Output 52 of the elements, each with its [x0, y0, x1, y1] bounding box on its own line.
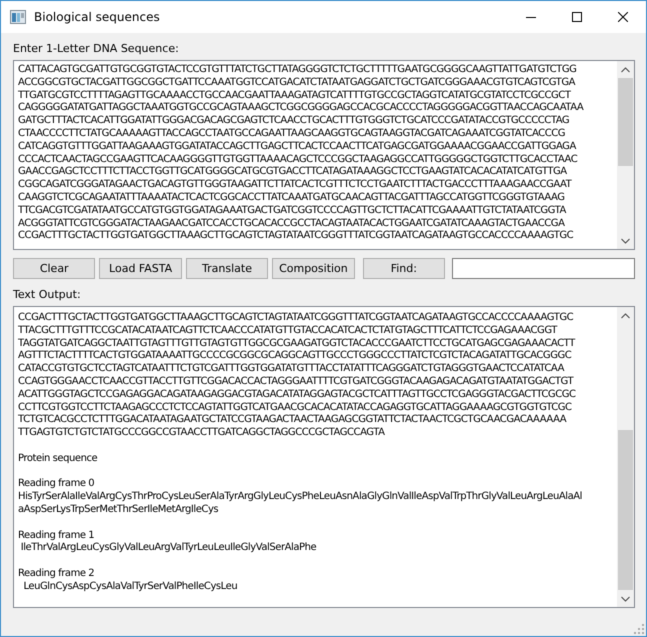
protein-heading: Protein sequence [18, 452, 98, 466]
protein-line: IleThrValArgLeuCysGlyValLeuArgValTyrLeuLeuIleGlyValSerAlaPhe [20, 542, 316, 556]
close-icon [618, 12, 628, 22]
protein-line: LeuGlnCysAspCysAlaValTyrSerValPheIleCysLeu [22, 580, 238, 594]
action-button[interactable]: Find: [362, 258, 446, 279]
sequence-input[interactable] [13, 60, 635, 250]
protein-line: aAspSerLysTrpSerMetThrSerIleMetArgIleCys [18, 504, 218, 517]
sequence-line: CCAGTGGGAACCTCAACCGTTACCTTGTTCGGACACCACTAGGGAATTTTCGTGATCGGGTACAAGAGACAGATGTAATATGGACTGT [18, 376, 574, 389]
output-label: Text Output: [13, 288, 81, 301]
frame-label: Reading frame 0 [18, 478, 94, 491]
sequence-line: CATTACAGTGCGATTGTGCGGTGTACTCCGTGTTTATCTGCTTATAGGGGTCTCTGCTTTTTGAATGCGGGGCAAGTTATTGATGTCTGG [18, 64, 576, 77]
frame-label: Reading frame 1 [18, 530, 94, 542]
sequence-line: AGTTTCTACTTTTCACTGTGGATAAAATTGCCCCGCGGCGCAGGCAGTTGCCCTGGGCCCTTATCTCGTCTACAGATATTGCACGGGC [18, 350, 572, 364]
resize-grip-icon[interactable] [634, 624, 644, 634]
sequence-line: GATGCTTTACTCACATTGGATATTGGGACGACAGCGAGTCTCAACCTGCACTTTGTGGGTCTGCATCCCGATATACCGTGCCCCCTAG [18, 115, 570, 128]
sequence-line: CATACCGTGTGCTCCTAGTCATAATTTCTGTCGATTTGGTGGATATGTTTACCTATATTTCAGGGATCTGTAGGGTGAACTCCATATCAA [18, 363, 564, 376]
scroll-down-icon[interactable] [621, 238, 630, 244]
scroll-down-icon[interactable] [621, 596, 630, 602]
sequence-line: CAAGGTCTCGCAGAATATTTAAAATACTCACTCGGCACCTTATCAAATGATGCAACAGTTACGATTTAGCCATGGTTCGGGTGTAAAG [18, 192, 565, 205]
sequence-line: CCGACTTTGCTACTTGGTGATGGCTTAAAGCTTGCAGTCTAGTATAATCGGGTTTATCGGTAATCAGATAAGTGCCACCCCAAAAGTGC [18, 230, 574, 244]
sequence-line: TCTGTCACGCCTCTTTGGACATAATAGAATGCTATCCGTAAGACTAACTAAGAGCGGTATTCTACTAACTCGCTGCAACGACAAAAAA [18, 414, 566, 428]
scroll-up-icon[interactable] [621, 66, 630, 72]
window-title: Biological sequences [34, 10, 160, 24]
find-field[interactable] [452, 258, 636, 279]
sequence-line: TTGAGTGTCTGTCTATGCCCGGCCGTAACCTTGATCAGGCTAGGCCCGCTAGCCAGTA [18, 427, 385, 440]
sequence-line: CAGGGGGATATGATTAGGCTAAATGGTGCCGCAGTAAAGCTCGGCGGGGAGCCACGCACCCCTAGGGGGACGGTTAACCAGCAATAA [18, 102, 584, 116]
sequence-line: TTGATGCGTCCTTTTAGAGTTGCAAAACCTGCCAACGAATTAAAGATAGTCATTTTGTGCCGCTAGGTCATATGCGTATCCTCGCCGCT [18, 90, 570, 102]
scrollbar[interactable] [617, 307, 634, 607]
action-button[interactable]: Clear [13, 258, 96, 279]
sequence-line: CTAACCCCTTCTATGCAAAAAGTTACCAGCCTAATGCCAGAATTAAGCAAGGTGCAGTAAGGTACGATCAGAAATCGGTATCACCCG [18, 128, 566, 141]
action-button[interactable]: Load FASTA [99, 258, 182, 279]
app-icon [10, 10, 26, 24]
sequence-line: CCTTCGTGGTCCTTCTAAGAGCCCTCTCCAGTATTGGTCATGAACGCACACATATACCAGAGGTGCATTAGGAAAAGCGTGGTGTCGC [18, 402, 572, 414]
sequence-line: ACCGGCGTGCTACGATTGGCGGCTGATTCCAAATGGTCCATGACATCTATAATGAGGATCTGCTGATCGGGAAACGTGTCAGTCGTGA [18, 76, 576, 90]
sequence-line: TTCGACGTCGATATAATGCCATGTGGTGGATAGAAATGACTGATCGGTCCCCAGTTGCTCTTACATTCGAAAATTGTCTATAATCGGTA [18, 204, 566, 218]
scrollbar[interactable] [617, 61, 634, 249]
sequence-line: ACGGGTATTCGTCGGGATACTAAGAACGATCCACCTGCACACCGCCTACAGTAATACACTGGAATCGATATCAAAGTACTGAACCGA [18, 218, 564, 230]
sequence-line: TTACGCTTTGTTTCCGCATACATAATCAGTTCTCAACCCATATGTTGTACCACATCACTCTATGTAGCTTTCATTCTCCGAGAAACGGT [18, 324, 557, 338]
sequence-line: CCGACTTTGCTACTTGGTGATGGCTTAAAGCTTGCAGTCTAGTATAATCGGGTTTATCGGTAATCAGATAAGTGCCACCCCAAAAGTGC [18, 312, 574, 325]
sequence-line: ACATTGGGTAGCTCCGAGAGGACAGATAAGAGGACGTAGACATATAGGAGTACGCTCATTTAGTTGCCTCGAGGGTACGACTTCGCGC [18, 388, 576, 402]
action-button[interactable]: Composition [272, 258, 355, 279]
sequence-line: CCCACTCAACTAGCCGAAGTTCACAAGGGGTTGTGGTTAAAACAGCTCCCGGCTAAGAGGCCATTGGGGGCTGGTCTTGCACCTAAC [18, 154, 578, 166]
sequence-line: TAGGTATGATCAGGCTAATTGTAGTTTGTTGTAGTGTTGGCGCGAAGATGGTCTACACCCGAATCTTCCTGCATGAGCGAGAAACACTT [18, 338, 575, 350]
scroll-up-icon[interactable] [621, 312, 630, 318]
sequence-line: CGGCAGATCGGGATAGAACTGACAGTGTTGGGTAAGATTCTTATCACTCGTTTCTCCTGAATCTTTACTGACCCTTTAAAGAACCGAAT [18, 179, 572, 192]
input-label: Enter 1-Letter DNA Sequence: [13, 42, 179, 55]
action-button[interactable]: Translate [186, 258, 268, 279]
sequence-line: CATCAGGTGTTTGGATTAAGAAAGTGGATATACCAGCTTGAGCTTCACTCCAACTTCATGAGCGATGGAAAACGGAACCGATTGGAGA [18, 140, 576, 154]
sequence-line: GAACCGAGCTCCTTTCTTACCTGGTTGCATGGGGCATGCGTGACCTTCATAGATAAAGGCTCCTGAAGTATCACACATATCATGTTGA [18, 166, 567, 180]
frame-label: Reading frame 2 [18, 568, 94, 581]
protein-line: HisTyrSerAlaIleValArgCysThrProCysLeuSerAlaTyrArgGlyLeuCysPheLeuAsnAlaGlyGlnValIleAspValTrpThrGlyValLeuArgLeuAlaAl [18, 491, 582, 504]
maximize-icon [572, 12, 582, 22]
